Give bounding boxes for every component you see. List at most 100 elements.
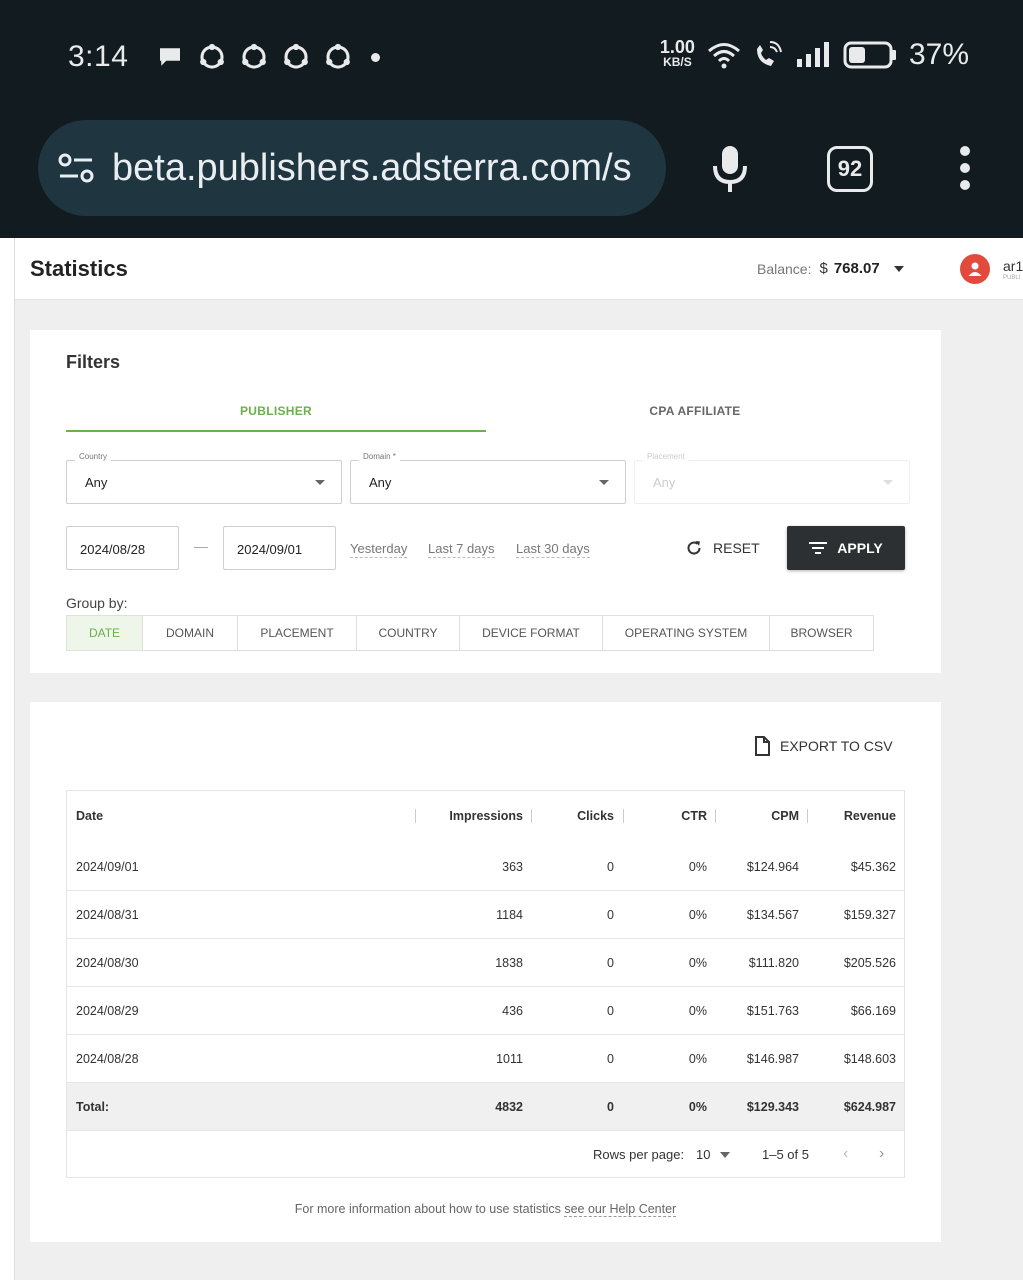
date-from-input[interactable]: 2024/08/28	[66, 526, 179, 570]
wifi-calling-icon	[756, 41, 782, 66]
cell-impressions: 436	[502, 1004, 523, 1018]
chevron-down-icon	[599, 480, 609, 485]
group-by-domain[interactable]: DOMAIN	[143, 616, 238, 650]
cell-ctr: 0%	[688, 908, 707, 922]
avatar[interactable]	[960, 254, 990, 284]
group-by-device-format[interactable]: DEVICE FORMAT	[460, 616, 603, 650]
balance-currency: $	[819, 260, 828, 277]
column-header-revenue[interactable]: Revenue	[844, 791, 896, 841]
reset-button[interactable]: RESET	[685, 526, 760, 570]
total-clicks: 0	[607, 1100, 614, 1114]
cell-revenue: $66.169	[850, 1004, 896, 1018]
group-by-toggle: DATE DOMAIN PLACEMENT COUNTRY DEVICE FOR…	[66, 615, 874, 651]
results-card: EXPORT TO CSV Date Impressions Clicks CT…	[30, 702, 941, 1242]
cell-clicks: 0	[607, 1052, 614, 1066]
group-by-browser[interactable]: BROWSER	[770, 616, 873, 650]
quick-range-last-30-days[interactable]: Last 30 days	[516, 541, 590, 558]
address-bar[interactable]: beta.publishers.adsterra.com/s	[38, 120, 666, 216]
user-icon	[968, 262, 982, 276]
column-header-cpm[interactable]: CPM	[771, 791, 799, 841]
previous-page-icon[interactable]: ‹	[843, 1145, 848, 1163]
signal-icon	[796, 42, 829, 67]
user-name[interactable]: ar1	[1003, 258, 1023, 274]
table-header: Date Impressions Clicks CTR CPM Revenue	[67, 791, 904, 841]
date-to-input[interactable]: 2024/09/01	[223, 526, 336, 570]
date-range-separator	[194, 547, 208, 548]
tab-cpa-affiliate[interactable]: CPA AFFILIATE	[486, 398, 904, 432]
chevron-down-icon	[893, 265, 904, 272]
column-header-date[interactable]: Date	[76, 791, 103, 841]
placement-select: Placement Any	[634, 452, 910, 504]
tab-switcher-button[interactable]: 92	[827, 146, 873, 192]
country-select[interactable]: Country Any	[66, 452, 342, 504]
cell-cpm: $124.964	[746, 860, 799, 874]
column-header-ctr[interactable]: CTR	[681, 791, 707, 841]
balance-amount: 768.07	[833, 260, 880, 277]
table-row: 2024/08/30 1838 0 0% $111.820 $205.526	[67, 939, 904, 987]
domain-label: Domain *	[359, 452, 400, 461]
user-role: PUBLI	[1003, 275, 1021, 281]
cell-revenue: $45.362	[850, 860, 896, 874]
cell-ctr: 0%	[688, 1004, 707, 1018]
quick-range-yesterday[interactable]: Yesterday	[350, 541, 408, 558]
tab-publisher[interactable]: PUBLISHER	[66, 398, 486, 432]
sync-circle-icon	[242, 43, 266, 69]
network-speed: 1.00 KB/S	[659, 37, 695, 69]
cell-cpm: $146.987	[746, 1052, 799, 1066]
sync-circle-icon	[284, 43, 308, 69]
pagination: Rows per page: 10 1–5 of 5 ‹ ›	[67, 1131, 904, 1177]
balance-dropdown[interactable]: Balance: $ 768.07	[757, 260, 904, 277]
group-by-placement[interactable]: PLACEMENT	[238, 616, 357, 650]
apply-button[interactable]: APPLY	[787, 526, 905, 570]
page-range: 1–5 of 5	[762, 1147, 809, 1162]
browser-menu-icon[interactable]	[958, 146, 972, 190]
table-row: 2024/08/29 436 0 0% $151.763 $66.169	[67, 987, 904, 1035]
group-by-date[interactable]: DATE	[67, 616, 143, 650]
cell-cpm: $111.820	[748, 956, 799, 970]
chevron-down-icon	[315, 480, 325, 485]
total-cpm: $129.343	[746, 1100, 799, 1114]
domain-select[interactable]: Domain * Any	[350, 452, 626, 504]
total-ctr: 0%	[688, 1100, 707, 1114]
cell-impressions: 363	[502, 860, 523, 874]
android-status-bar: 3:14 1.00 KB/S 37%	[0, 0, 1023, 110]
cell-ctr: 0%	[688, 956, 707, 970]
cell-impressions: 1838	[495, 956, 523, 970]
cell-cpm: $134.567	[746, 908, 799, 922]
reset-label: RESET	[713, 540, 760, 556]
export-csv-button[interactable]: EXPORT TO CSV	[754, 736, 893, 756]
sync-circle-icon	[326, 43, 350, 69]
group-by-operating-system[interactable]: OPERATING SYSTEM	[603, 616, 770, 650]
help-center-link[interactable]: see our Help Center	[564, 1202, 677, 1217]
cell-date: 2024/08/28	[76, 1052, 139, 1066]
cell-date: 2024/08/31	[76, 908, 139, 922]
microphone-icon[interactable]	[710, 144, 750, 194]
column-header-impressions[interactable]: Impressions	[449, 791, 523, 841]
placement-label: Placement	[643, 452, 689, 461]
cell-clicks: 0	[607, 956, 614, 970]
rows-per-page-select[interactable]: 10	[696, 1147, 731, 1162]
cell-impressions: 1011	[496, 1052, 523, 1066]
status-right: 1.00 KB/S 37%	[660, 38, 969, 72]
wifi-icon	[707, 43, 740, 69]
cell-revenue: $205.526	[843, 956, 896, 970]
cell-clicks: 0	[607, 860, 614, 874]
table-row: 2024/08/31 1184 0 0% $134.567 $159.327	[67, 891, 904, 939]
left-rail	[0, 238, 15, 1280]
column-header-clicks[interactable]: Clicks	[577, 791, 614, 841]
table-row: 2024/09/01 363 0 0% $124.964 $45.362	[67, 843, 904, 891]
cell-clicks: 0	[607, 908, 614, 922]
group-by-country[interactable]: COUNTRY	[357, 616, 460, 650]
notification-icons	[155, 42, 380, 72]
cell-date: 2024/09/01	[76, 860, 139, 874]
url-text[interactable]: beta.publishers.adsterra.com/s	[112, 147, 632, 190]
site-settings-icon[interactable]	[56, 148, 96, 188]
battery-icon	[843, 41, 896, 69]
cell-revenue: $159.327	[843, 908, 896, 922]
quick-range-last-7-days[interactable]: Last 7 days	[428, 541, 495, 558]
filter-icon	[809, 542, 828, 554]
export-label: EXPORT TO CSV	[780, 738, 893, 754]
next-page-icon[interactable]: ›	[879, 1145, 884, 1163]
rows-per-page-label: Rows per page:	[593, 1147, 685, 1162]
balance-label: Balance:	[757, 260, 812, 277]
